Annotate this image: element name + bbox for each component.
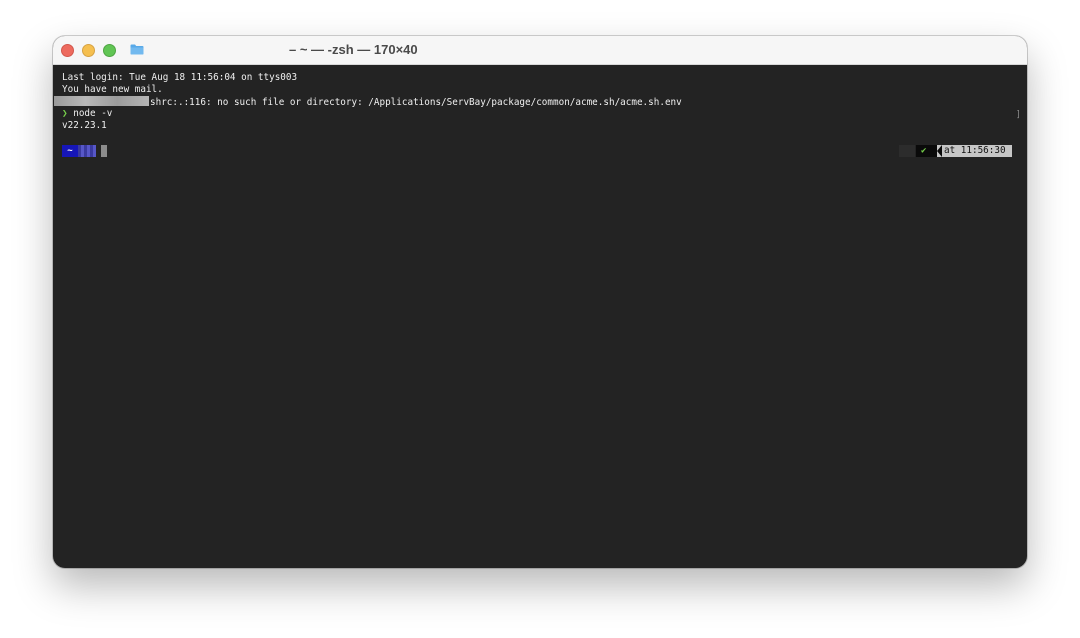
status-segment-edge [899,145,915,157]
terminal-window: – ~ — -zsh — 170×40 Last login: Tue Aug … [53,36,1027,568]
time-segment: at 11:56:30 [937,145,1012,157]
directory-segment [78,145,96,157]
terminal-content[interactable]: Last login: Tue Aug 18 11:56:04 on ttys0… [53,65,1027,568]
text-cursor [101,145,107,157]
terminal-line: Last login: Tue Aug 18 11:56:04 on ttys0… [62,72,298,83]
redacted-path [54,96,149,106]
minimize-icon[interactable] [82,44,95,57]
right-bracket: ] [1015,110,1021,120]
terminal-line: shrc:.:116: no such file or directory: /… [54,96,682,108]
terminal-line: ❯ node -v [62,108,112,120]
command-text: node -v [73,108,113,119]
home-directory-segment: ~ [62,145,78,157]
maximize-icon[interactable] [103,44,116,57]
terminal-line: v22.23.1 [62,120,107,131]
status-check-icon: ✔ [916,145,938,157]
window-title: – ~ — -zsh — 170×40 [289,42,418,57]
prompt-arrow-icon: ❯ [62,108,68,119]
error-text: shrc:.:116: no such file or directory: /… [150,97,682,108]
close-icon[interactable] [61,44,74,57]
title-bar[interactable]: – ~ — -zsh — 170×40 [53,36,1027,65]
folder-icon [130,44,144,55]
terminal-line: You have new mail. [62,84,163,95]
